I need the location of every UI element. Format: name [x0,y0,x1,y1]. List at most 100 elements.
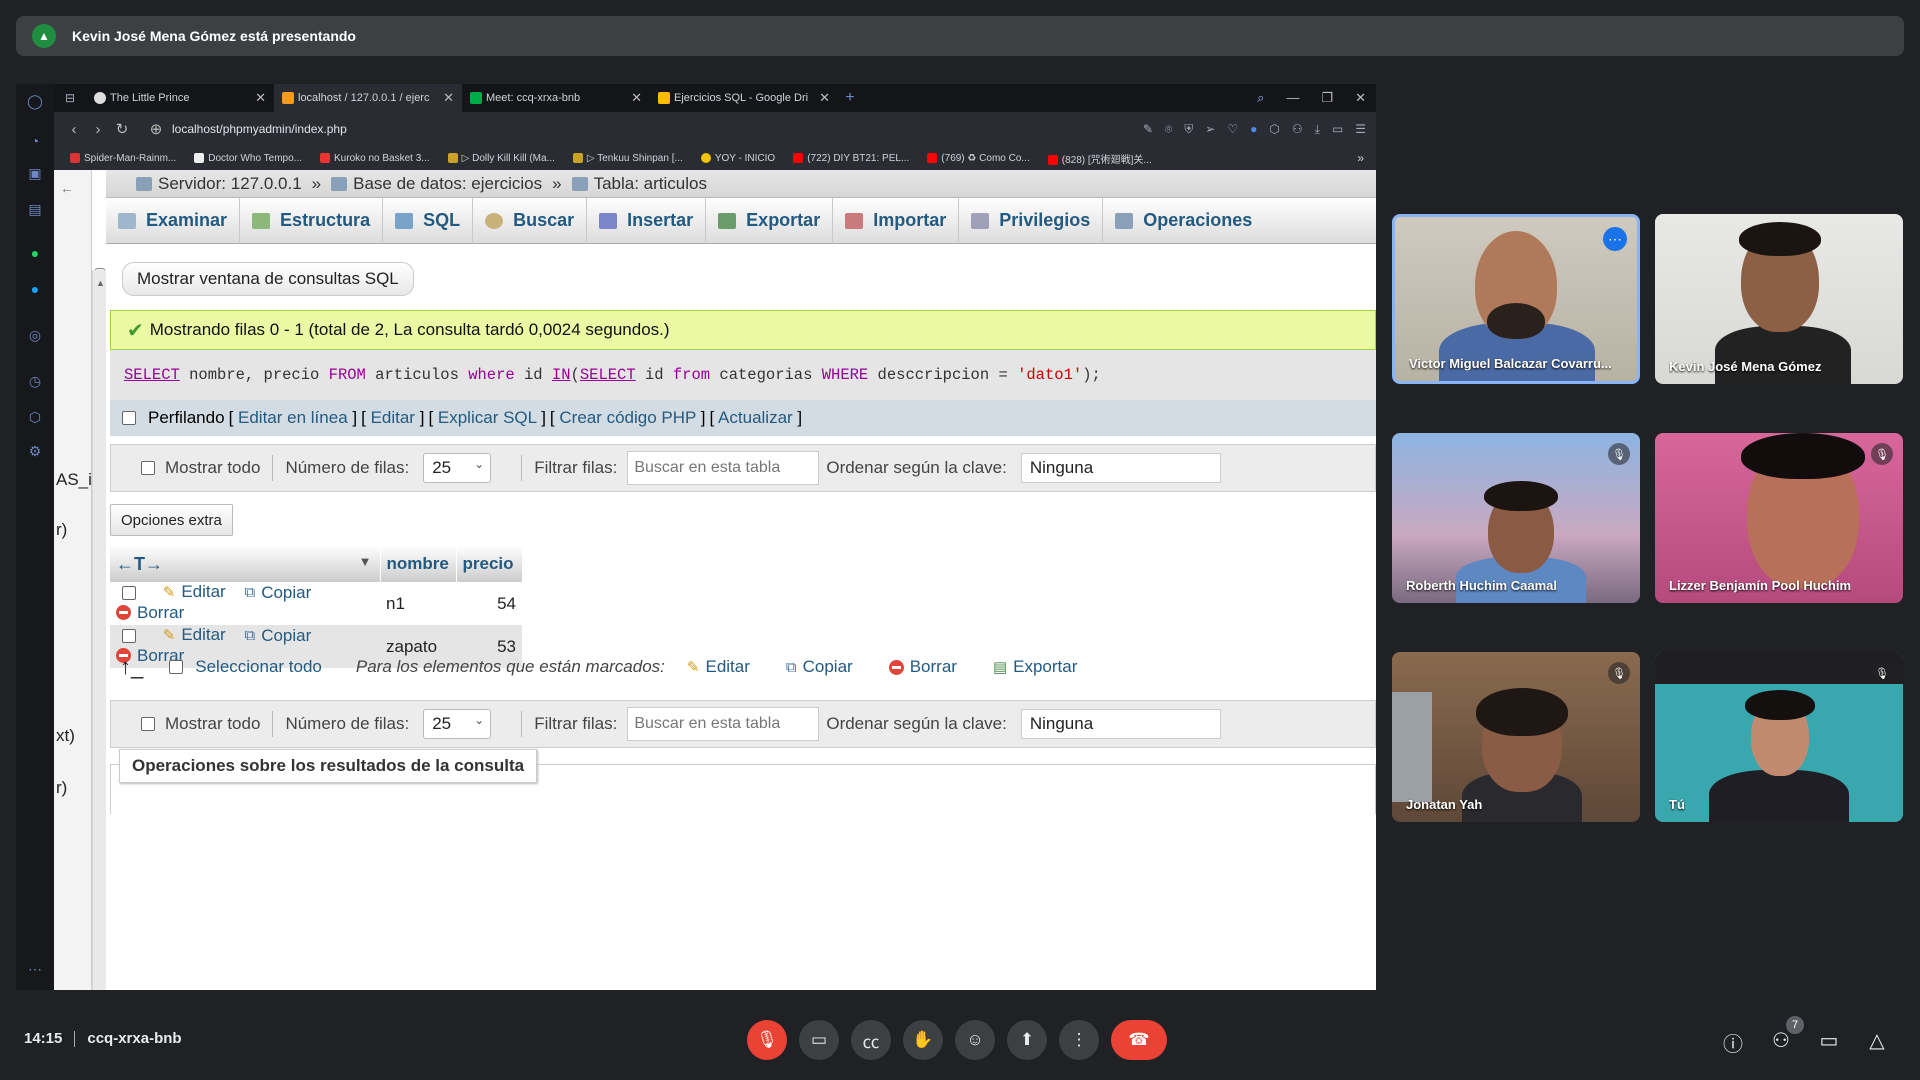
breadcrumb-table[interactable]: Tabla: articulos [594,174,707,194]
shield-icon[interactable]: ⛨ [1184,122,1193,137]
battery-icon[interactable]: ▭ [1332,122,1343,137]
close-tab-icon[interactable]: ✕ [631,90,642,106]
tab-menu-icon[interactable]: ⊟ [54,91,86,105]
new-tab-icon[interactable]: + [838,89,862,107]
column-header-precio[interactable]: precio [456,546,523,582]
bookmark-item[interactable]: ▷ Tenkuu Shinpan [... [572,153,683,164]
select-all-checkbox[interactable] [169,660,184,674]
chat-icon[interactable]: ▭ [1816,1028,1842,1053]
tab-export[interactable]: Exportar [706,197,834,244]
scroll-up-icon[interactable]: ▲ [96,278,105,288]
cube-icon[interactable]: ⬡ [26,408,44,426]
edit-icon[interactable]: ✎ [1143,122,1153,137]
edit-row-button[interactable]: ✎ Editar [163,625,226,645]
copy-row-button[interactable]: ⧉ Copiar [244,626,311,646]
search-tabs-icon[interactable]: ⌕ [1257,90,1264,106]
bookmark-item[interactable]: (722) DIY BT21: PEL... [793,153,909,164]
forward-icon[interactable]: › [86,121,110,138]
explain-sql-link[interactable]: Explicar SQL [438,408,537,427]
bag-icon[interactable]: ▣ [26,164,44,182]
profile-icon[interactable]: ⚇ [1292,122,1303,137]
participant-tile[interactable]: 🎙︎ Roberth Huchim Caamal [1392,433,1640,603]
meeting-details-icon[interactable]: ⓘ [1720,1028,1746,1057]
collapse-arrow-icon[interactable]: ← [60,180,74,196]
heart-icon[interactable]: ♡ [1227,122,1238,137]
participant-tile[interactable]: 🎙︎ Jonatan Yah [1392,652,1640,822]
more-options-button[interactable]: ⋮ [1059,1020,1099,1060]
camera-icon[interactable]: ⌾ [1165,122,1172,137]
bookmark-item[interactable]: Spider-Man-Rainm... [70,153,176,164]
rows-select[interactable]: 25 [423,709,492,739]
activities-icon[interactable]: △ [1864,1028,1890,1053]
edit-selected-button[interactable]: ✎ Editar [687,657,750,677]
delete-row-button[interactable]: Borrar [116,603,184,623]
more-bookmarks-icon[interactable]: » [1357,151,1364,165]
nav-scrollbar[interactable]: ▲ [92,270,106,990]
filter-input[interactable]: Buscar en esta tabla [627,707,820,741]
breadcrumb-server[interactable]: Servidor: 127.0.0.1 [158,174,302,194]
close-tab-icon[interactable]: ✕ [255,90,266,106]
tab-google-drive[interactable]: Ejercicios SQL - Google Dri ✕ [650,84,838,112]
show-all-checkbox[interactable] [141,717,155,731]
sort-select[interactable]: Ninguna [1020,453,1221,483]
cell-precio[interactable]: 54 [456,582,522,625]
filter-input[interactable]: Buscar en esta tabla [627,451,820,485]
column-header-nombre[interactable]: nombre [380,546,457,582]
camera-button[interactable]: ▭ [799,1020,839,1060]
extensions-icon[interactable]: ⬡ [1269,122,1279,137]
row-checkbox[interactable] [122,585,136,600]
bookmark-item[interactable]: (828) [咒術廻戦]关... [1047,151,1152,166]
more-icon[interactable]: ⋯ [26,960,44,978]
meeting-code[interactable]: ccq-xrxa-bnb [87,1030,181,1047]
export-selected-button[interactable]: ▤ Exportar [993,657,1077,677]
emoji-button[interactable]: ☺ [955,1020,995,1060]
send-icon[interactable]: ➢ [1205,122,1215,137]
settings-icon[interactable]: ⚙ [26,442,44,460]
bookmark-item[interactable]: YOY - INICIO [700,153,775,164]
minimize-icon[interactable]: — [1286,90,1299,106]
participant-tile[interactable]: 🎙︎ Tú [1655,652,1903,822]
copy-row-button[interactable]: ⧉ Copiar [244,583,311,603]
bookmark-item[interactable]: ▷ Dolly Kill Kill (Ma... [447,153,555,164]
show-all-checkbox[interactable] [141,461,155,475]
edit-row-button[interactable]: ✎ Editar [163,582,226,602]
speed-icon[interactable]: ◔ [26,132,44,150]
captions-button[interactable]: ㏄ [851,1020,891,1060]
close-tab-icon[interactable]: ✕ [443,90,454,106]
reload-icon[interactable]: ↻ [110,120,134,138]
bookmark-item[interactable]: Kuroko no Basket 3... [320,153,430,164]
tab-structure[interactable]: Estructura [240,197,384,244]
copy-selected-button[interactable]: ⧉ Copiar [786,657,853,677]
tab-import[interactable]: Importar [833,197,960,244]
close-tab-icon[interactable]: ✕ [819,90,830,106]
whatsapp-icon[interactable]: ● [26,244,44,262]
close-window-icon[interactable]: ✕ [1355,90,1366,106]
tab-search[interactable]: Buscar [473,197,588,244]
leave-call-button[interactable]: ☎ [1111,1020,1167,1060]
participant-tile[interactable]: 🎙︎ Lizzer Benjamín Pool Huchim [1655,433,1903,603]
mic-off-button[interactable]: 🎙︎ [747,1020,787,1060]
create-php-link[interactable]: Crear código PHP [559,408,696,427]
history-icon[interactable]: ◷ [26,372,44,390]
tab-operations[interactable]: Operaciones [1103,198,1264,244]
participant-tile[interactable]: ⋯ Victor Miguel Balcazar Covarru... [1392,214,1640,384]
tab-insert[interactable]: Insertar [587,197,707,244]
people-icon[interactable]: ⚇ 7 [1768,1016,1804,1053]
row-checkbox[interactable] [122,628,136,643]
refresh-link[interactable]: Actualizar [718,408,793,427]
delete-selected-button[interactable]: Borrar [888,657,957,677]
more-options-icon[interactable]: ⋯ [1603,227,1627,251]
rows-select[interactable]: 25 [423,453,492,483]
player-icon[interactable]: ◎ [26,326,44,344]
easy-setup-icon[interactable]: ☰ [1355,122,1366,137]
present-button[interactable]: ⬆ [1007,1020,1047,1060]
bookmark-item[interactable]: (769) ♻ Como Co... [927,153,1030,164]
back-icon[interactable]: ‹ [62,121,86,138]
twitter-icon[interactable]: ● [26,280,44,298]
tab-meet[interactable]: Meet: ccq-xrxa-bnb ✕ [462,84,650,112]
edit-inline-link[interactable]: Editar en línea [238,408,348,427]
sort-select[interactable]: Ninguna [1020,709,1221,739]
edit-link[interactable]: Editar [371,408,415,427]
cell-nombre[interactable]: n1 [380,582,456,625]
opera-logo-icon[interactable]: ◯ [26,92,44,110]
